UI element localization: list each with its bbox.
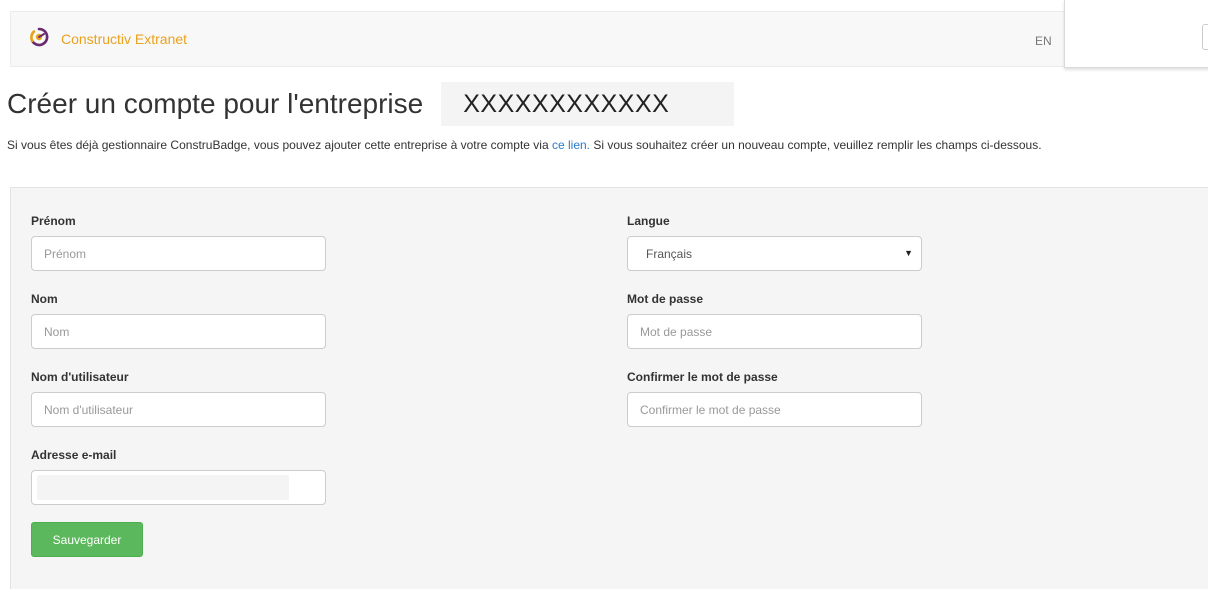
intro-text-after: Si vous souhaitez créer un nouveau compt… bbox=[590, 138, 1042, 152]
email-field[interactable] bbox=[31, 470, 326, 505]
language-label: Langue bbox=[627, 214, 670, 228]
language-switch-link[interactable]: EN bbox=[1035, 34, 1052, 48]
confirm-password-field[interactable] bbox=[627, 392, 922, 427]
caret-down-icon: ▼ bbox=[904, 248, 913, 258]
last-name-field[interactable] bbox=[31, 314, 326, 349]
username-label: Nom d'utilisateur bbox=[31, 370, 129, 384]
intro-text: Si vous êtes déjà gestionnaire ConstruBa… bbox=[7, 137, 1207, 154]
user-menu-toggle[interactable] bbox=[1202, 24, 1208, 50]
constructiv-logo-icon bbox=[29, 27, 49, 52]
page-header: Créer un compte pour l'entreprise XXXXXX… bbox=[7, 82, 735, 126]
last-name-label: Nom bbox=[31, 292, 58, 306]
brand-link[interactable]: Constructiv Extranet bbox=[29, 27, 188, 52]
first-name-label: Prénom bbox=[31, 214, 76, 228]
confirm-password-label: Confirmer le mot de passe bbox=[627, 370, 778, 384]
user-menu-panel bbox=[1064, 0, 1208, 68]
language-selected-value: Français bbox=[646, 247, 693, 261]
page-title: Créer un compte pour l'entreprise bbox=[7, 88, 424, 119]
email-value-redacted bbox=[37, 475, 289, 500]
first-name-field[interactable] bbox=[31, 236, 326, 271]
password-field[interactable] bbox=[627, 314, 922, 349]
save-button[interactable]: Sauvegarder bbox=[31, 522, 143, 557]
existing-account-link[interactable]: ce lien. bbox=[552, 138, 590, 152]
company-name: XXXXXXXXXXXX bbox=[441, 82, 735, 126]
brand-name: Constructiv Extranet bbox=[61, 31, 188, 47]
account-form: Prénom Nom Nom d'utilisateur Adresse e-m… bbox=[10, 187, 1208, 589]
email-label: Adresse e-mail bbox=[31, 448, 117, 462]
language-select[interactable]: Français ▼ bbox=[627, 236, 922, 271]
username-field[interactable] bbox=[31, 392, 326, 427]
password-label: Mot de passe bbox=[627, 292, 704, 306]
intro-text-before: Si vous êtes déjà gestionnaire ConstruBa… bbox=[7, 138, 552, 152]
top-navbar: Constructiv Extranet EN bbox=[10, 11, 1208, 67]
